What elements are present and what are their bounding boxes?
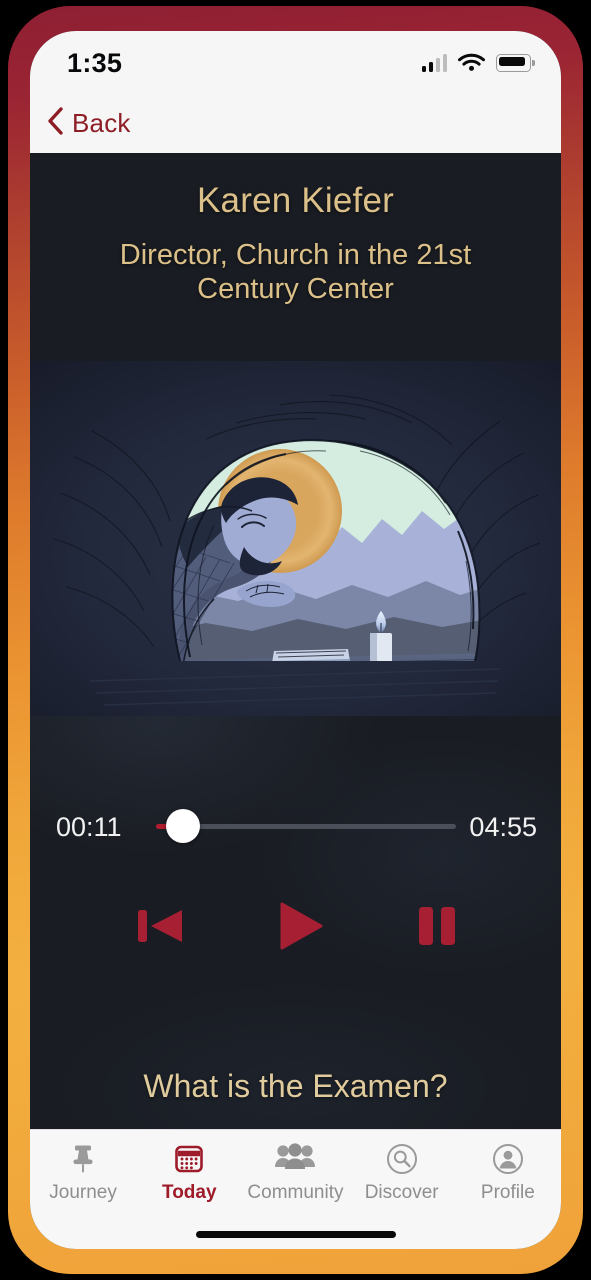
skip-back-icon bbox=[134, 903, 186, 954]
play-icon bbox=[277, 901, 325, 956]
back-button-label: Back bbox=[72, 108, 131, 138]
praying-figure-in-cave-illustration bbox=[30, 361, 561, 716]
home-indicator[interactable] bbox=[195, 1231, 396, 1238]
search-circle-icon bbox=[385, 1142, 419, 1176]
tab-today[interactable]: Today bbox=[139, 1142, 239, 1204]
episode-title: What is the Examen? bbox=[143, 1068, 448, 1104]
progress-slider-thumb[interactable] bbox=[166, 809, 200, 843]
skip-back-button[interactable] bbox=[134, 903, 186, 954]
tab-community[interactable]: Community bbox=[245, 1142, 345, 1204]
pause-icon bbox=[416, 903, 458, 954]
progress-slider[interactable] bbox=[156, 809, 456, 843]
cellular-signal-icon bbox=[421, 54, 447, 72]
calendar-icon bbox=[172, 1142, 206, 1176]
navigation-bar: Back bbox=[30, 97, 561, 153]
status-bar-time: 1:35 bbox=[67, 48, 123, 78]
elapsed-time: 00:11 bbox=[56, 812, 122, 842]
player-controls bbox=[30, 893, 561, 963]
tab-label-community: Community bbox=[247, 1182, 344, 1203]
tab-discover[interactable]: Discover bbox=[352, 1142, 452, 1204]
chevron-left-icon bbox=[46, 106, 64, 141]
wifi-icon bbox=[458, 51, 485, 76]
tab-label-profile: Profile bbox=[480, 1182, 535, 1203]
tab-journey[interactable]: Journey bbox=[33, 1142, 133, 1204]
speaker-role: Director, Church in the 21st Century Cen… bbox=[119, 239, 472, 305]
status-bar: 1:35 bbox=[30, 31, 561, 97]
speaker-name: Karen Kiefer bbox=[197, 181, 394, 220]
phone-frame: 1:35 Back Karen Kiefer Director, Church … bbox=[8, 6, 583, 1274]
tab-profile[interactable]: Profile bbox=[458, 1142, 558, 1204]
tab-label-journey: Journey bbox=[49, 1182, 117, 1203]
person-circle-icon bbox=[491, 1142, 525, 1176]
audio-progress-row: 00:11 04:55 bbox=[30, 798, 561, 858]
status-bar-icons bbox=[421, 49, 535, 77]
total-time: 04:55 bbox=[469, 812, 537, 842]
tab-label-discover: Discover bbox=[364, 1182, 439, 1203]
phone-screen: 1:35 Back Karen Kiefer Director, Church … bbox=[30, 31, 561, 1249]
talk-detail-content: Karen Kiefer Director, Church in the 21s… bbox=[30, 153, 561, 1129]
people-icon bbox=[274, 1142, 316, 1176]
play-button[interactable] bbox=[277, 901, 325, 956]
back-button[interactable]: Back bbox=[36, 102, 141, 145]
pause-button[interactable] bbox=[416, 903, 458, 954]
tab-label-today: Today bbox=[162, 1182, 217, 1203]
battery-icon bbox=[496, 54, 535, 72]
pin-icon bbox=[66, 1142, 100, 1176]
